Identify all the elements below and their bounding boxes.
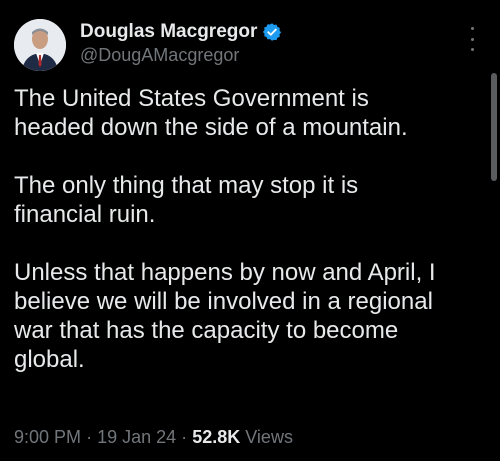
tweet-meta: 9:00 PM · 19 Jan 24 · 52.8K Views [14,427,293,448]
tweet-paragraph: The only thing that may stop it is finan… [14,172,359,228]
views-count: 52.8K [192,427,241,447]
verified-badge-icon [263,23,282,41]
tweet-paragraph: The United States Government is headed d… [14,85,408,141]
more-options-icon[interactable] [462,27,482,51]
meta-separator: · [181,427,188,447]
avatar[interactable] [14,19,66,71]
author-handle[interactable]: @DougAMacgregor [80,45,239,66]
tweet-date[interactable]: 19 Jan 24 [97,427,176,447]
meta-separator: · [86,427,93,447]
tweet-time[interactable]: 9:00 PM [14,427,81,447]
tweet-text: The United States Government is headed d… [14,84,484,403]
scrollbar[interactable] [491,73,497,181]
views-label: Views [245,427,293,447]
tweet-paragraph: Unless that happens by now and April, I … [14,259,436,373]
author-name-row: Douglas Macgregor [80,21,282,43]
author-name[interactable]: Douglas Macgregor [80,21,257,43]
